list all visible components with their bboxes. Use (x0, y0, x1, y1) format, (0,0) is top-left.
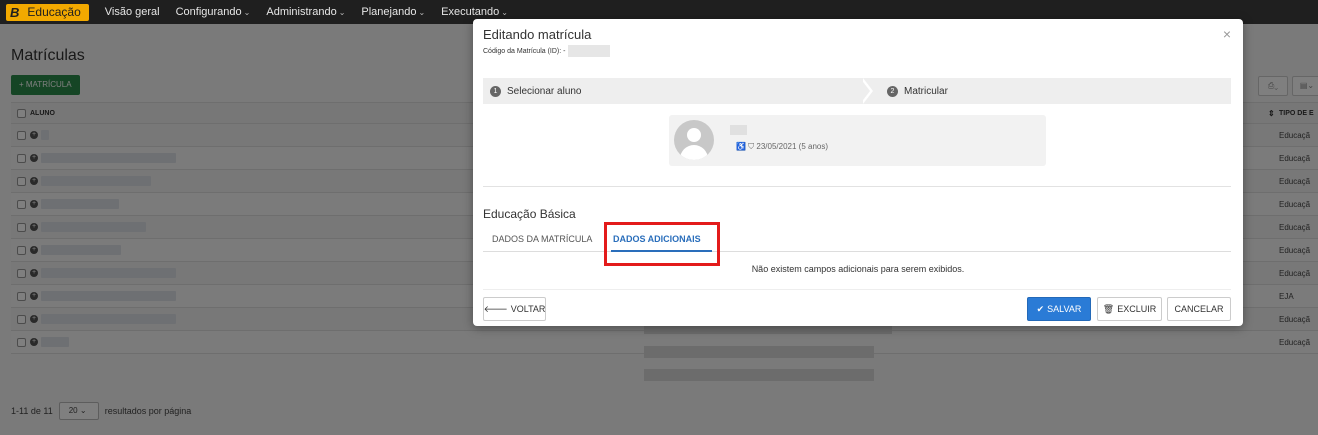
step-number: 1 (490, 85, 501, 97)
back-label: VOLTAR (510, 304, 546, 314)
step-number: 2 (887, 85, 898, 97)
chevron-down-icon: ⌄ (501, 8, 508, 17)
nav-item-administrando[interactable]: Administrando ⌄ (266, 6, 345, 18)
brand-label: Educação (27, 5, 81, 19)
nav-item-label: Planejando (361, 6, 417, 18)
tab-dados-matricula[interactable]: DADOS DA MATRÍCULA (492, 234, 592, 244)
check-icon: ✔ (1036, 303, 1045, 314)
avatar (674, 120, 714, 160)
nav-item-planejando[interactable]: Planejando ⌄ (361, 6, 425, 18)
cancel-button[interactable]: CANCELAR (1167, 297, 1231, 321)
delete-label: EXCLUIR (1117, 304, 1157, 314)
redacted-code (568, 45, 611, 57)
save-button[interactable]: ✔ SALVAR (1027, 297, 1091, 321)
nav-item-visao-geral[interactable]: Visão geral (105, 6, 160, 18)
chevron-down-icon: ⌄ (243, 8, 251, 17)
nav-item-label: Visão geral (104, 6, 160, 18)
nav-item-label: Executando (441, 6, 500, 18)
nav-item-executando[interactable]: Executando ⌄ (441, 6, 508, 18)
close-icon[interactable]: × (1223, 26, 1231, 42)
section-title: Educação Básica (483, 207, 576, 221)
step-enroll[interactable]: 2 Matricular (887, 78, 948, 104)
avatar-body (680, 145, 708, 160)
edit-enrollment-modal: Editando matrícula Código da Matrícula (… (473, 19, 1243, 326)
modal-title: Editando matrícula (483, 27, 592, 42)
trash-icon: 🗑 (1102, 303, 1115, 314)
step-separator (860, 78, 870, 104)
chevron-down-icon: ⌄ (418, 8, 426, 17)
stepper: 1 Selecionar aluno 2 Matricular (483, 78, 1231, 104)
nav-item-label: Administrando (266, 6, 337, 18)
step-select-student[interactable]: 1 Selecionar aluno (490, 78, 582, 104)
redacted-student-name (730, 125, 747, 135)
delete-button[interactable]: 🗑 EXCLUIR (1097, 297, 1162, 321)
step-label: Matricular (904, 85, 948, 97)
avatar-head (687, 128, 701, 142)
tabs: DADOS DA MATRÍCULA DADOS ADICIONAIS (483, 231, 1231, 252)
student-info: ♿ ⛉ 23/05/2021 (5 anos) (736, 142, 829, 151)
divider (483, 289, 1231, 290)
chevron-down-icon: ⌄ (338, 8, 346, 17)
code-label: Código da Matrícula (ID): - (483, 47, 566, 55)
student-card: ♿ ⛉ 23/05/2021 (5 anos) (669, 115, 1046, 166)
empty-message: Não existem campos adicionais para serem… (751, 264, 965, 274)
arrow-left-icon: 🡐 (483, 303, 508, 314)
brand-logo: B (10, 4, 20, 20)
nav-item-label: Configurando (175, 6, 242, 18)
highlight-box (604, 222, 720, 266)
cancel-label: CANCELAR (1174, 304, 1224, 314)
modal-subtitle: Código da Matrícula (ID): - (483, 45, 611, 57)
divider (483, 186, 1231, 187)
back-button[interactable]: 🡐 VOLTAR (483, 297, 546, 321)
step-label: Selecionar aluno (507, 85, 582, 97)
save-label: SALVAR (1047, 304, 1082, 314)
nav-item-configurando[interactable]: Configurando ⌄ (176, 6, 251, 18)
brand-button[interactable]: B Educação (6, 3, 89, 21)
